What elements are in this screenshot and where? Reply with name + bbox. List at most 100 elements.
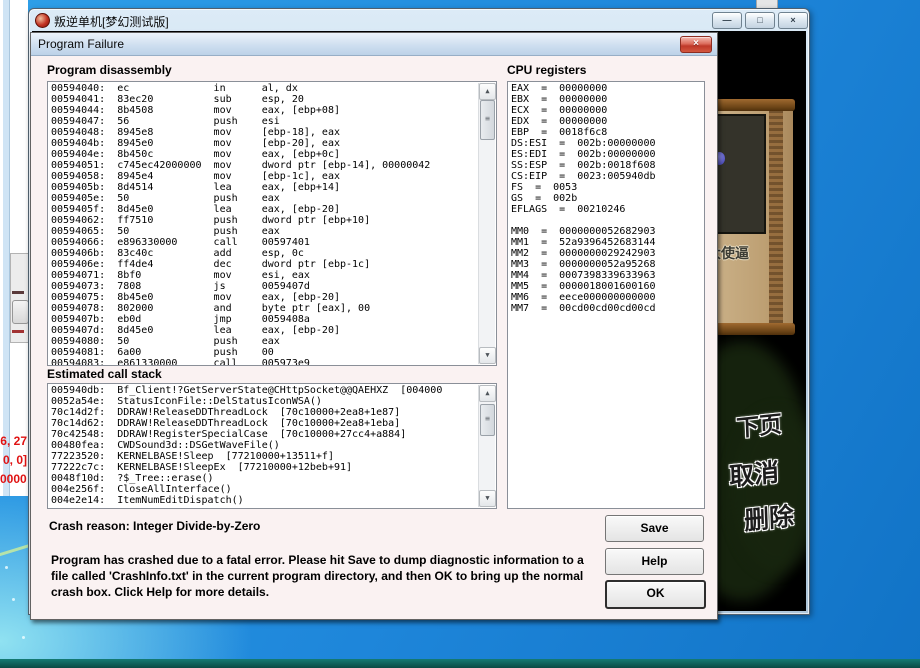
wallpaper-sparkle [12, 598, 15, 601]
disassembly-line: 00594066: e896330000 call 00597401 [51, 237, 478, 248]
disassembly-line: 00594040: ec in al, dx [51, 83, 478, 94]
game-menu-delete[interactable]: 删除 [744, 496, 795, 537]
ok-button[interactable]: OK [605, 580, 706, 609]
callstack-line: 0048f10d: ?$_Tree::erase() [51, 473, 478, 484]
background-text-fragment [12, 291, 24, 294]
register-line: SS:ESP = 002b:0018f608 [511, 160, 702, 171]
registers-label: CPU registers [507, 63, 586, 77]
disassembly-line: 00594075: 8b45e0 mov eax, [ebp-20] [51, 292, 478, 303]
register-line: ES:EDI = 002b:00000000 [511, 149, 702, 160]
disassembly-line: 00594047: 56 push esi [51, 116, 478, 127]
game-menu-cancel[interactable]: 取消 [729, 452, 780, 493]
close-button[interactable]: × [778, 12, 808, 29]
scroll-down-icon[interactable]: ▼ [479, 490, 496, 507]
callstack-scrollbar[interactable]: ▲ ≡ ▼ [478, 385, 495, 507]
disassembly-line: 0059406e: ff4de4 dec dword ptr [ebp-1c] [51, 259, 478, 270]
register-line: MM2 = 0000000029242903 [511, 248, 702, 259]
callstack-text: 005940db: Bf_Client!?GetServerState@CHtt… [51, 385, 478, 508]
game-window-title: 叛逆单机[梦幻测试版] [54, 13, 169, 30]
background-window-button[interactable] [12, 300, 29, 324]
taskbar-edge [0, 659, 920, 668]
disassembly-line: 00594051: c745ec42000000 mov dword ptr [… [51, 160, 478, 171]
callstack-line: 0052a54e: StatusIconFile::DelStatusIconW… [51, 396, 478, 407]
register-line: DS:ESI = 002b:00000000 [511, 138, 702, 149]
disassembly-line: 00594078: 802000 and byte ptr [eax], 00 [51, 303, 478, 314]
scroll-down-icon[interactable]: ▼ [479, 347, 496, 364]
debug-text-line: 00000 [0, 470, 27, 489]
crash-reason-text: Crash reason: Integer Divide-by-Zero [49, 519, 260, 533]
debug-text-line: 6, 27 [0, 432, 27, 451]
register-line: FS = 0053 [511, 182, 702, 193]
background-window: 6, 270, 0]00000 [0, 0, 28, 496]
disassembly-line: 00594065: 50 push eax [51, 226, 478, 237]
disassembly-line: 00594073: 7808 js 0059407d [51, 281, 478, 292]
disassembly-line: 00594062: ff7510 push dword ptr [ebp+10] [51, 215, 478, 226]
disassembly-line: 0059404e: 8b450c mov eax, [ebp+0c] [51, 149, 478, 160]
callstack-line: 004e2e14: ItemNumEditDispatch() [51, 495, 478, 506]
scroll-up-icon[interactable]: ▲ [479, 83, 496, 100]
close-icon: × [693, 38, 699, 49]
register-line: EAX = 00000000 [511, 83, 702, 94]
callstack-line: 77222c7c: KERNELBASE!SleepEx [77210000+1… [51, 462, 478, 473]
help-button[interactable]: Help [605, 548, 704, 575]
disassembly-line: 0059407b: eb0d jmp 0059408a [51, 314, 478, 325]
registers-box[interactable]: EAX = 00000000EBX = 00000000ECX = 000000… [507, 81, 705, 509]
disassembly-line: 00594071: 8bf0 mov esi, eax [51, 270, 478, 281]
background-window-border [3, 0, 10, 496]
crash-dialog: Program Failure × Program disassembly 00… [30, 32, 718, 620]
disassembly-line: 0059406b: 83c40c add esp, 0c [51, 248, 478, 259]
scrollbar-thumb[interactable]: ≡ [480, 404, 495, 436]
callstack-box[interactable]: 005940db: Bf_Client!?GetServerState@CHtt… [47, 383, 497, 509]
register-line: MM5 = 0000018001600160 [511, 281, 702, 292]
disassembly-label: Program disassembly [47, 63, 172, 77]
background-text-fragment [12, 330, 24, 333]
register-line: EDX = 00000000 [511, 116, 702, 127]
disassembly-line: 00594048: 8945e8 mov [ebp-18], eax [51, 127, 478, 138]
dialog-close-button[interactable]: × [680, 36, 712, 53]
callstack-line: 005940db: Bf_Client!?GetServerState@CHtt… [51, 385, 478, 396]
game-window-titlebar[interactable]: 叛逆单机[梦幻测试版] — □ × [29, 9, 809, 31]
dialog-title: Program Failure [38, 37, 124, 51]
register-line: MM0 = 0000000052682903 [511, 226, 702, 237]
register-line: MM6 = eece000000000000 [511, 292, 702, 303]
maximize-icon: □ [757, 15, 762, 25]
disassembly-line: 00594080: 50 push eax [51, 336, 478, 347]
disassembly-line: 00594081: 6a00 push 00 [51, 347, 478, 358]
register-line [511, 215, 702, 226]
callstack-line: 70c14d2f: DDRAW!ReleaseDDThreadLock [70c… [51, 407, 478, 418]
disassembly-line: 00594083: e861330000 call 005973e9 [51, 358, 478, 365]
game-app-icon [35, 13, 50, 28]
callstack-line: 77223520: KERNELBASE!Sleep [77210000+135… [51, 451, 478, 462]
disassembly-line: 00594058: 8945e4 mov [ebp-1c], eax [51, 171, 478, 182]
disassembly-line: 0059405f: 8d45e0 lea eax, [ebp-20] [51, 204, 478, 215]
disassembly-line: 00594044: 8b4508 mov eax, [ebp+08] [51, 105, 478, 116]
minimize-icon: — [723, 15, 732, 25]
minimize-button[interactable]: — [712, 12, 742, 29]
debug-text-line: 0, 0] [0, 451, 27, 470]
disassembly-line: 0059404b: 8945e0 mov [ebp-20], eax [51, 138, 478, 149]
register-line: MM1 = 52a9396452683144 [511, 237, 702, 248]
disassembly-scrollbar[interactable]: ▲ ≡ ▼ [478, 83, 495, 364]
register-line: MM7 = 00cd00cd00cd00cd [511, 303, 702, 314]
register-line: MM4 = 0007398339633963 [511, 270, 702, 281]
maximize-button[interactable]: □ [745, 12, 775, 29]
register-line: CS:EIP = 0023:005940db [511, 171, 702, 182]
desktop: 6, 270, 0]00000 叛逆单机[梦幻测试版] — □ × 大使逼 [0, 0, 920, 668]
scrollbar-thumb[interactable]: ≡ [480, 100, 495, 140]
background-debug-text: 6, 270, 0]00000 [0, 432, 27, 489]
register-line: EFLAGS = 00210246 [511, 204, 702, 215]
callstack-line: 70c42548: DDRAW!RegisterSpecialCase [70c… [51, 429, 478, 440]
scroll-border-pattern [769, 111, 783, 323]
disassembly-box[interactable]: 00594040: ec in al, dx00594041: 83ec20 s… [47, 81, 497, 366]
close-icon: × [790, 15, 795, 25]
disassembly-line: 0059407d: 8d45e0 lea eax, [ebp-20] [51, 325, 478, 336]
save-button[interactable]: Save [605, 515, 704, 542]
scroll-up-icon[interactable]: ▲ [479, 385, 496, 402]
disassembly-line: 00594041: 83ec20 sub esp, 20 [51, 94, 478, 105]
disassembly-line: 0059405b: 8d4514 lea eax, [ebp+14] [51, 182, 478, 193]
game-menu-next-page[interactable]: 下页 [736, 405, 783, 444]
dialog-titlebar[interactable]: Program Failure × [31, 33, 717, 56]
callstack-line: 004e256f: CloseAllInterface() [51, 484, 478, 495]
register-line: GS = 002b [511, 193, 702, 204]
callstack-line: 00480fea: CWDSound3d::DSGetWaveFile() [51, 440, 478, 451]
